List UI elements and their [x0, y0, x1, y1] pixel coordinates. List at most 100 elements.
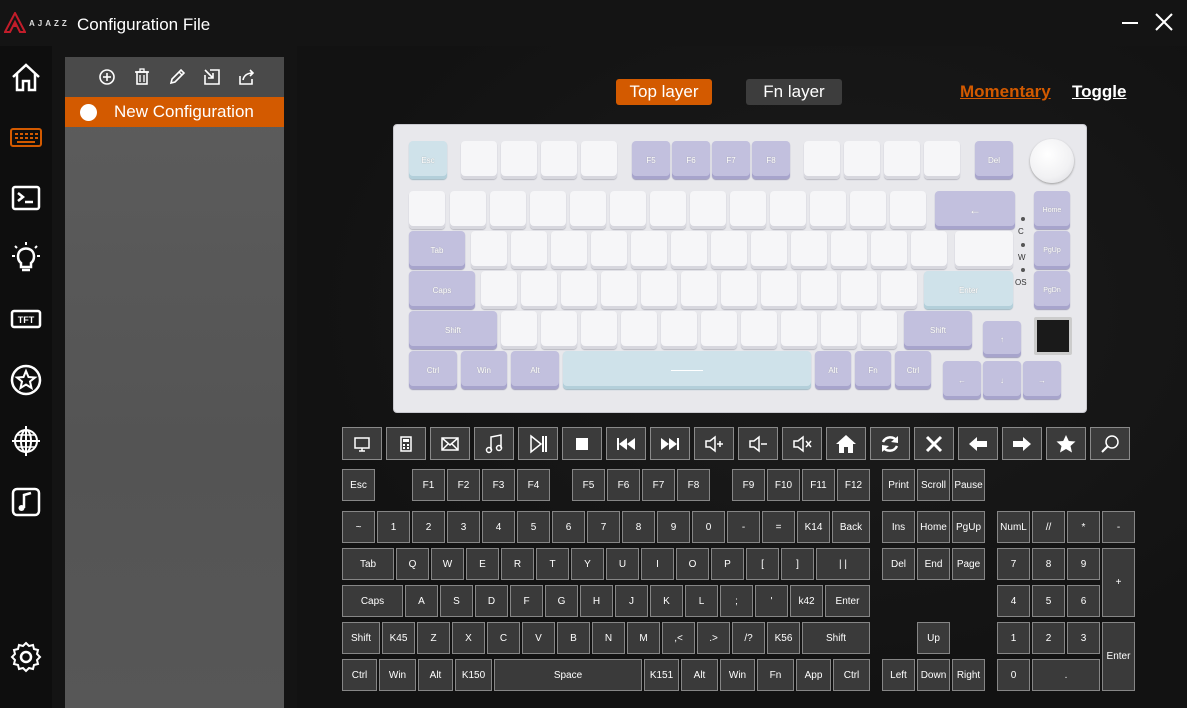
kb-key[interactable] — [650, 191, 686, 229]
key-h[interactable]: H — [580, 585, 613, 617]
key-4[interactable]: 4 — [482, 511, 515, 543]
key-w[interactable]: W — [431, 548, 464, 580]
kb-key[interactable] — [861, 311, 897, 349]
kb-key[interactable] — [521, 271, 557, 309]
key-caps[interactable]: Caps — [342, 585, 403, 617]
key-np-enter[interactable]: Enter — [1102, 622, 1135, 691]
key-z[interactable]: Z — [417, 622, 450, 654]
key-8[interactable]: 8 — [622, 511, 655, 543]
key-comma[interactable]: ,< — [662, 622, 695, 654]
key-np-decimal[interactable]: . — [1032, 659, 1100, 691]
mail-button[interactable] — [430, 427, 470, 460]
kb-key[interactable] — [730, 191, 766, 229]
kb-key[interactable] — [461, 141, 497, 179]
key-e[interactable]: E — [466, 548, 499, 580]
key-f11[interactable]: F11 — [802, 469, 835, 501]
key-win-left[interactable]: Win — [379, 659, 416, 691]
key-g[interactable]: G — [545, 585, 578, 617]
kb-key[interactable] — [911, 231, 947, 269]
kb-key-caps[interactable]: Caps — [409, 271, 475, 309]
key-a[interactable]: A — [405, 585, 438, 617]
key-2[interactable]: 2 — [412, 511, 445, 543]
key-k45[interactable]: K45 — [382, 622, 415, 654]
kb-key[interactable] — [501, 141, 537, 179]
key-np4[interactable]: 4 — [997, 585, 1030, 617]
play-pause-button[interactable] — [518, 427, 558, 460]
key-n[interactable]: N — [592, 622, 625, 654]
key-r[interactable]: R — [501, 548, 534, 580]
favorite-button[interactable] — [1046, 427, 1086, 460]
kb-key[interactable] — [530, 191, 566, 229]
kb-key-f8[interactable]: F8 — [752, 141, 790, 179]
key-p[interactable]: P — [711, 548, 744, 580]
key-f7[interactable]: F7 — [642, 469, 675, 501]
key-fn[interactable]: Fn — [757, 659, 794, 691]
key-7[interactable]: 7 — [587, 511, 620, 543]
previous-track-button[interactable] — [606, 427, 646, 460]
key-m[interactable]: M — [627, 622, 660, 654]
kb-key[interactable] — [711, 231, 747, 269]
kb-key[interactable] — [481, 271, 517, 309]
music-player-button[interactable] — [474, 427, 514, 460]
kb-key-home[interactable]: Home — [1034, 191, 1070, 229]
key-f4[interactable]: F4 — [517, 469, 550, 501]
key-np6[interactable]: 6 — [1067, 585, 1100, 617]
kb-key[interactable] — [881, 271, 917, 309]
key-del[interactable]: Del — [882, 548, 915, 580]
momentary-toggle[interactable]: Momentary — [960, 82, 1051, 102]
key-pause[interactable]: Pause — [952, 469, 985, 501]
export-config-button[interactable] — [238, 68, 256, 86]
kb-key[interactable] — [570, 191, 606, 229]
key-np-subtract[interactable]: - — [1102, 511, 1135, 543]
key-pgup[interactable]: PgUp — [952, 511, 985, 543]
key-equals[interactable]: = — [762, 511, 795, 543]
kb-key-up[interactable]: ↑ — [983, 321, 1021, 357]
kb-key[interactable] — [490, 191, 526, 229]
kb-key[interactable] — [601, 271, 637, 309]
kb-key[interactable] — [924, 141, 960, 179]
key-f3[interactable]: F3 — [482, 469, 515, 501]
key-k150[interactable]: K150 — [455, 659, 492, 691]
import-config-button[interactable] — [203, 68, 221, 86]
kb-key[interactable] — [409, 191, 445, 229]
kb-key[interactable] — [501, 311, 537, 349]
kb-key[interactable] — [631, 231, 667, 269]
key-l[interactable]: L — [685, 585, 718, 617]
key-v[interactable]: V — [522, 622, 555, 654]
key-right[interactable]: Right — [952, 659, 985, 691]
config-list-item[interactable]: New Configuration — [65, 97, 284, 127]
sidebar-item-keyboard[interactable] — [6, 117, 46, 157]
search-button[interactable] — [1090, 427, 1130, 460]
key-t[interactable]: T — [536, 548, 569, 580]
key-f12[interactable]: F12 — [837, 469, 870, 501]
kb-key-fn[interactable]: Fn — [855, 351, 891, 389]
key-left[interactable]: Left — [882, 659, 915, 691]
cancel-button[interactable] — [914, 427, 954, 460]
key-f6[interactable]: F6 — [607, 469, 640, 501]
key-f[interactable]: F — [510, 585, 543, 617]
volume-knob[interactable] — [1030, 139, 1074, 183]
delete-config-button[interactable] — [133, 68, 151, 86]
sidebar-item-favorites[interactable] — [6, 360, 46, 400]
key-down[interactable]: Down — [917, 659, 950, 691]
sidebar-item-home[interactable] — [6, 57, 46, 97]
key-numlock[interactable]: NumL — [997, 511, 1030, 543]
kb-key[interactable] — [831, 231, 867, 269]
kb-key[interactable] — [610, 191, 646, 229]
volume-down-button[interactable] — [738, 427, 778, 460]
key-f9[interactable]: F9 — [732, 469, 765, 501]
top-layer-button[interactable]: Top layer — [616, 79, 712, 105]
key-quote[interactable]: ' — [755, 585, 788, 617]
kb-key[interactable] — [581, 311, 617, 349]
add-config-button[interactable] — [98, 68, 116, 86]
kb-key-shift-right[interactable]: Shift — [904, 311, 972, 349]
key-enter[interactable]: Enter — [825, 585, 870, 617]
key-bracket-right[interactable]: ] — [781, 548, 814, 580]
kb-key-f5[interactable]: F5 — [632, 141, 670, 179]
key-backspace[interactable]: Back — [832, 511, 870, 543]
kb-key[interactable] — [591, 231, 627, 269]
key-k56[interactable]: K56 — [767, 622, 800, 654]
calculator-button[interactable] — [386, 427, 426, 460]
kb-key[interactable] — [810, 191, 846, 229]
key-ins[interactable]: Ins — [882, 511, 915, 543]
